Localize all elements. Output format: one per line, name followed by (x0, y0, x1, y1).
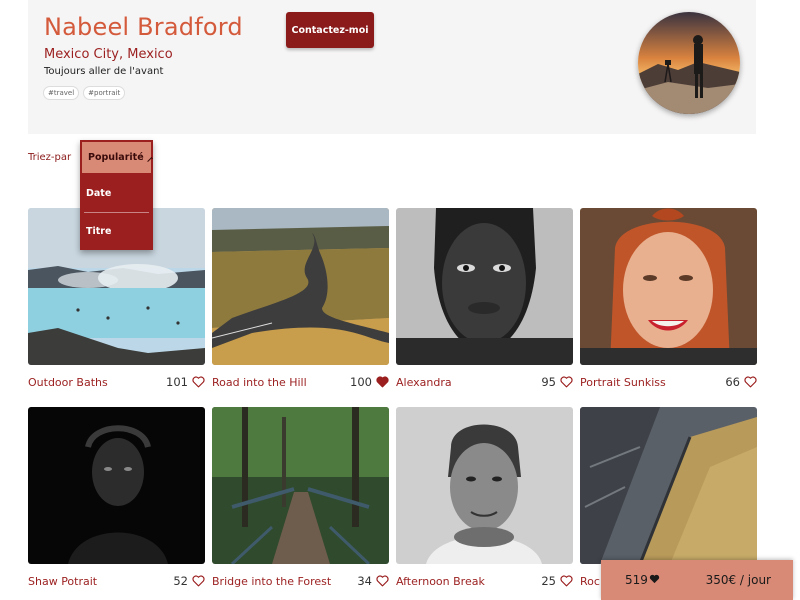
sort-label: Triez-par (28, 152, 72, 163)
sort-option-title[interactable]: Titre (80, 213, 153, 250)
like-control[interactable]: 34 (357, 574, 389, 588)
like-control[interactable]: 25 (541, 574, 573, 588)
media-card[interactable]: Bridge into the Forest 34 (212, 407, 389, 588)
media-title[interactable]: Portrait Sunkiss (580, 376, 666, 389)
media-caption: Shaw Potrait 52 (28, 573, 205, 589)
media-thumbnail[interactable] (28, 407, 205, 564)
like-count: 25 (541, 574, 556, 588)
heart-filled-icon[interactable] (376, 376, 389, 388)
media-title[interactable]: Afternoon Break (396, 575, 485, 588)
sort-option-date[interactable]: Date (80, 175, 153, 212)
media-thumbnail[interactable] (212, 208, 389, 365)
like-control[interactable]: 52 (173, 574, 205, 588)
media-title[interactable]: Outdoor Baths (28, 376, 108, 389)
media-card[interactable]: Alexandra 95 (396, 208, 573, 389)
photographer-location: Mexico City, Mexico (44, 47, 173, 62)
tag-portrait[interactable]: #portrait (83, 86, 126, 100)
like-control[interactable]: 101 (166, 375, 205, 389)
media-card[interactable]: Shaw Potrait 52 (28, 407, 205, 588)
like-count: 95 (541, 375, 556, 389)
media-thumbnail[interactable] (212, 407, 389, 564)
like-count: 34 (357, 574, 372, 588)
like-count: 52 (173, 574, 188, 588)
media-caption: Afternoon Break 25 (396, 573, 573, 589)
media-caption: Road into the Hill 100 (212, 374, 389, 390)
media-card[interactable]: Roc (580, 407, 757, 588)
likes-price-summary: 519 350€ / jour (601, 560, 793, 600)
like-count: 100 (350, 375, 372, 389)
chevron-up-icon (146, 156, 153, 163)
media-caption: Portrait Sunkiss 66 (580, 374, 757, 390)
media-thumbnail[interactable] (396, 208, 573, 365)
media-thumbnail[interactable] (396, 407, 573, 564)
total-likes: 519 (625, 573, 660, 587)
sort-selected-label: Popularité (88, 152, 144, 163)
daily-price: 350€ / jour (705, 573, 771, 587)
avatar (638, 12, 740, 114)
sort-dropdown[interactable]: Popularité Date Titre (80, 140, 153, 250)
media-caption: Alexandra 95 (396, 374, 573, 390)
like-control[interactable]: 95 (541, 375, 573, 389)
heart-outline-icon[interactable] (376, 575, 389, 587)
media-title[interactable]: Shaw Potrait (28, 575, 97, 588)
media-thumbnail[interactable] (580, 407, 757, 564)
tag-travel[interactable]: #travel (43, 86, 80, 100)
media-card[interactable]: Portrait Sunkiss 66 (580, 208, 757, 389)
heart-filled-icon (649, 574, 660, 584)
media-card[interactable]: Road into the Hill 100 (212, 208, 389, 389)
heart-outline-icon[interactable] (560, 575, 573, 587)
media-caption: Bridge into the Forest 34 (212, 573, 389, 589)
media-title[interactable]: Bridge into the Forest (212, 575, 331, 588)
like-control[interactable]: 66 (725, 375, 757, 389)
heart-outline-icon[interactable] (744, 376, 757, 388)
media-thumbnail[interactable] (580, 208, 757, 365)
like-count: 101 (166, 375, 188, 389)
total-likes-count: 519 (625, 573, 648, 587)
contact-button[interactable]: Contactez-moi (286, 12, 374, 48)
photographer-name: Nabeel Bradford (44, 13, 243, 41)
like-count: 66 (725, 375, 740, 389)
sort-selected-option[interactable]: Popularité (80, 140, 153, 175)
media-card[interactable]: Afternoon Break 25 (396, 407, 573, 588)
photographer-tagline: Toujours aller de l'avant (44, 66, 164, 77)
media-title[interactable]: Roc (580, 575, 600, 588)
like-control[interactable]: 100 (350, 375, 389, 389)
tag-list: #travel #portrait (43, 86, 126, 100)
heart-outline-icon[interactable] (192, 575, 205, 587)
media-title[interactable]: Road into the Hill (212, 376, 307, 389)
photographer-header: Nabeel Bradford Mexico City, Mexico Touj… (28, 0, 756, 134)
media-caption: Outdoor Baths 101 (28, 374, 205, 390)
heart-outline-icon[interactable] (192, 376, 205, 388)
media-title[interactable]: Alexandra (396, 376, 452, 389)
heart-outline-icon[interactable] (560, 376, 573, 388)
